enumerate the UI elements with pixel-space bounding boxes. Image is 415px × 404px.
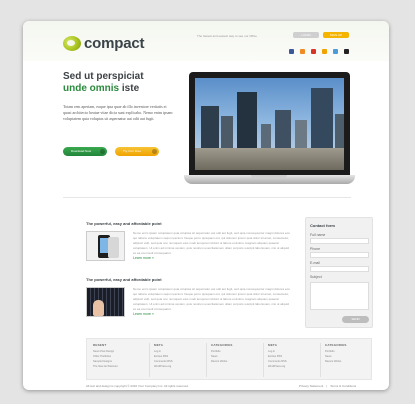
footer-column: CATEGORIES Portfolio News Recent Works xyxy=(211,343,233,364)
footer-heading: META xyxy=(268,343,278,347)
signup-button[interactable]: SIGN UP xyxy=(323,32,349,38)
footer-link[interactable]: Recent Works xyxy=(211,359,233,364)
hero-text: Totam rem aperiam, eaque ipsa quae ab il… xyxy=(63,104,173,121)
footer-column: META Log in Entries RSS Comments RSS Wor… xyxy=(268,343,287,369)
hero-title-line2: unde omnis iste xyxy=(63,83,139,95)
send-button[interactable]: SEND xyxy=(342,316,369,323)
footer-link[interactable]: The New Architecture xyxy=(93,364,118,369)
youtube-icon[interactable] xyxy=(311,49,316,54)
subject-label: Subject xyxy=(310,275,322,279)
hero-title-green: unde omnis xyxy=(63,83,120,94)
learn-more-link[interactable]: Learn more » xyxy=(133,256,154,260)
contact-form-title: Contact form xyxy=(310,223,335,228)
page-card: compact The fastest and easiest way to s… xyxy=(23,21,389,390)
header-tagline: The fastest and easiest way to see our O… xyxy=(197,34,257,38)
laptop-notch xyxy=(251,175,287,178)
social-links xyxy=(289,49,349,54)
footer-column: RESENT News Post Design Other Portfolios… xyxy=(93,343,118,369)
footer-column: META Log in Entries RSS Comments RSS Wor… xyxy=(154,343,173,369)
hero-title-dark: iste xyxy=(121,83,140,94)
hero-title-line1: Sed ut perspiciat xyxy=(63,71,144,82)
footer-link[interactable]: Recent Works xyxy=(325,359,347,364)
section-divider xyxy=(63,197,351,198)
footer-heading: CATEGORIES xyxy=(325,343,347,347)
phone-field[interactable] xyxy=(310,252,369,258)
feature-image-phone xyxy=(86,231,125,261)
city-photo xyxy=(195,78,344,170)
full-name-field[interactable] xyxy=(310,238,369,244)
email-label: E-mail xyxy=(310,261,320,265)
footer-heading: RESENT xyxy=(93,343,107,347)
feature-title: The powerful, easy and affordable point xyxy=(86,277,162,282)
site-header: compact The fastest and easiest way to s… xyxy=(23,21,389,61)
share-icon[interactable] xyxy=(333,49,338,54)
laptop-image xyxy=(189,72,350,175)
terms-conditions-link[interactable]: Terms & Conditions xyxy=(330,384,356,388)
login-button[interactable]: LOGIN xyxy=(293,32,319,38)
site-logo[interactable]: compact xyxy=(63,35,144,52)
feature-title: The powerful, easy and affordable point xyxy=(86,221,162,226)
copyright-text: All text and design is copyright © 2010 … xyxy=(86,384,189,388)
footer-legal-links: Privacy Statement | Terms & Conditions xyxy=(299,384,357,388)
full-name-label: Full name xyxy=(310,233,326,237)
feature-text: Nemo enim ipsam voluptatem quia voluptas… xyxy=(133,231,290,255)
footer-link[interactable]: WordPress.org xyxy=(268,364,287,369)
footer-links: RESENT News Post Design Other Portfolios… xyxy=(86,338,372,380)
footer-heading: CATEGORIES xyxy=(211,343,233,347)
rss-icon[interactable] xyxy=(322,49,327,54)
subject-textarea[interactable] xyxy=(310,282,369,310)
delicious-icon[interactable] xyxy=(344,49,349,54)
logo-mark-icon xyxy=(63,36,81,51)
learn-more-link[interactable]: Learn more » xyxy=(133,312,154,316)
download-now-button[interactable]: Download Now xyxy=(63,147,107,156)
twitter-icon[interactable] xyxy=(300,49,305,54)
email-field[interactable] xyxy=(310,266,369,272)
privacy-statement-link[interactable]: Privacy Statement xyxy=(299,384,323,388)
facebook-icon[interactable] xyxy=(289,49,294,54)
try-free-button[interactable]: Try it for Free xyxy=(115,147,159,156)
footer-link[interactable]: WordPress.org xyxy=(154,364,173,369)
contact-form: Contact form Full name Phone E-mail Subj… xyxy=(305,217,373,328)
feature-image-keyboard xyxy=(86,287,125,317)
footer-heading: META xyxy=(154,343,164,347)
phone-label: Phone xyxy=(310,247,321,251)
feature-text: Nemo enim ipsam voluptatem quia voluptas… xyxy=(133,287,290,311)
footer-column: CATEGORIES Portfolio News Recent Works xyxy=(325,343,347,364)
logo-text: compact xyxy=(84,35,145,52)
